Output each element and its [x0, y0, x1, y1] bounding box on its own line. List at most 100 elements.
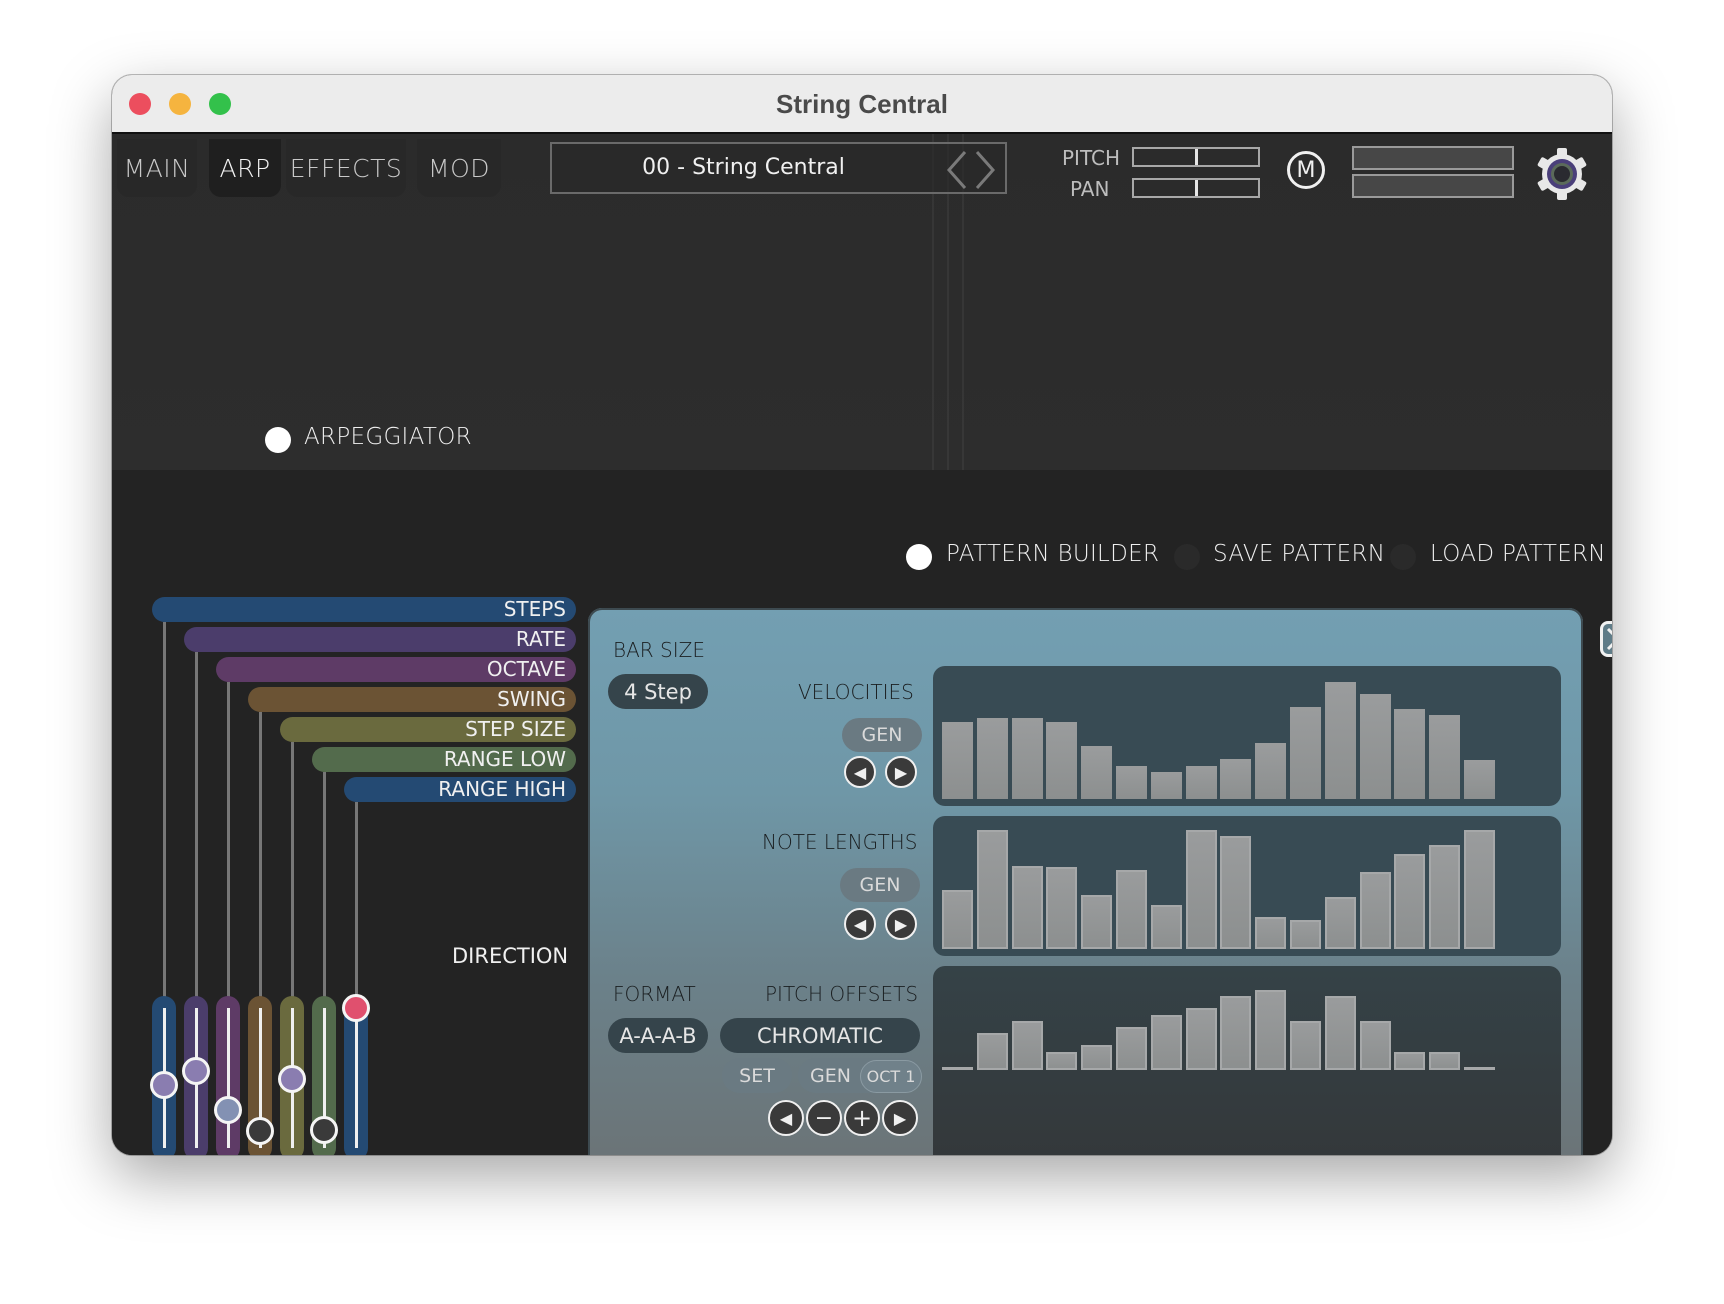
pitch-offsets-bar[interactable] [1185, 1008, 1217, 1070]
pitch-slider-handle[interactable] [1195, 149, 1198, 165]
arpeggiator-toggle[interactable] [265, 427, 291, 453]
pitch-offsets-bar[interactable] [1150, 1014, 1182, 1070]
note-lengths-gen-button[interactable]: GEN [840, 868, 920, 902]
velocities-bar[interactable] [1185, 766, 1217, 799]
scale-select[interactable]: CHROMATIC [720, 1018, 920, 1053]
param-connector-line [291, 742, 294, 1016]
velocities-bar[interactable] [942, 721, 973, 799]
pitch-offsets-bar[interactable] [1220, 996, 1252, 1070]
velocities-bar[interactable] [1429, 714, 1461, 799]
pitch-offsets-bar[interactable] [1255, 990, 1287, 1070]
m-button[interactable]: M [1287, 151, 1325, 189]
velocities-bar[interactable] [1359, 693, 1391, 799]
velocities-bar[interactable] [1046, 721, 1078, 799]
param-slider-knob[interactable] [246, 1117, 274, 1146]
pitch-offsets-bar[interactable] [976, 1033, 1008, 1070]
format-select[interactable]: A-A-A-B [608, 1018, 708, 1053]
note-lengths-bar[interactable] [1255, 916, 1287, 949]
velocities-bar[interactable] [1116, 766, 1147, 799]
pitch-slider[interactable] [1132, 147, 1260, 167]
pitch-offsets-bar[interactable] [1081, 1045, 1113, 1070]
octave-select[interactable]: OCT 1 [860, 1060, 922, 1093]
note-lengths-bar[interactable] [1394, 853, 1426, 949]
velocities-bar[interactable] [1081, 746, 1113, 799]
title-bar: String Central [112, 75, 1612, 134]
tab-effects[interactable]: EFFECTS [286, 139, 406, 197]
note-lengths-bar[interactable] [942, 889, 973, 949]
note-lengths-bar[interactable] [1116, 870, 1147, 949]
velocities-gen-button[interactable]: GEN [842, 718, 922, 752]
pitch-shift-right-button[interactable]: ▶ [882, 1100, 918, 1136]
note-lengths-bar[interactable] [1359, 871, 1391, 949]
tab-label: MAIN [123, 153, 191, 183]
velocities-bar[interactable] [1150, 772, 1182, 799]
velocities-shift-right-button[interactable]: ▶ [885, 756, 917, 788]
note-lengths-bar[interactable] [1290, 920, 1321, 949]
param-slider-knob[interactable] [182, 1057, 210, 1085]
header-area: MAIN ARP EFFECTS MOD 00 - String Central… [112, 134, 1612, 470]
velocities-bar[interactable] [1394, 708, 1426, 799]
load-pattern-radio[interactable] [1390, 544, 1416, 570]
velocities-shift-left-button[interactable]: ◀ [844, 756, 876, 788]
pitch-increase-button[interactable]: + [844, 1100, 880, 1136]
note-lengths-bar[interactable] [976, 830, 1008, 949]
pitch-offsets-bar[interactable] [1116, 1026, 1147, 1070]
velocities-bar[interactable] [1220, 759, 1252, 799]
octave-value: OCT 1 [866, 1067, 916, 1086]
close-panel-button[interactable] [1600, 621, 1612, 657]
pattern-builder-label: PATTERN BUILDER [946, 541, 1160, 567]
tab-arp[interactable]: ARP [209, 139, 281, 197]
note-lengths-bar[interactable] [1429, 845, 1461, 949]
note-lengths-bar[interactable] [1324, 896, 1356, 949]
note-lengths-label: NOTE LENGTHS [762, 830, 918, 854]
velocities-bar[interactable] [1464, 760, 1495, 799]
pitch-offsets-bar[interactable] [1394, 1051, 1426, 1070]
tab-label: ARP [219, 153, 271, 183]
pitch-offsets-bar[interactable] [1011, 1020, 1043, 1070]
pitch-offsets-bar[interactable] [942, 1067, 973, 1070]
tab-main[interactable]: MAIN [117, 139, 197, 197]
pitch-offsets-bar[interactable] [1464, 1067, 1495, 1070]
param-connector-line [323, 772, 326, 1016]
note-lengths-bar[interactable] [1150, 904, 1182, 949]
pitch-shift-left-button[interactable]: ◀ [768, 1100, 804, 1136]
velocities-bar[interactable] [1255, 742, 1287, 799]
save-pattern-radio[interactable] [1174, 544, 1200, 570]
note-lengths-shift-left-button[interactable]: ◀ [844, 908, 876, 940]
pitch-set-button[interactable]: SET [722, 1058, 792, 1093]
velocities-bar[interactable] [1324, 682, 1356, 799]
pitch-offsets-bar[interactable] [1290, 1020, 1321, 1070]
param-slider-knob[interactable] [342, 994, 370, 1022]
velocities-bar[interactable] [976, 718, 1008, 799]
param-slider-knob[interactable] [214, 1096, 242, 1125]
note-lengths-bar[interactable] [1220, 835, 1252, 949]
pitch-offsets-bar[interactable] [1046, 1051, 1078, 1070]
param-slider-knob[interactable] [150, 1071, 178, 1099]
bar-size-select[interactable]: 4 Step [608, 674, 708, 709]
pattern-builder-radio[interactable] [906, 544, 932, 570]
param-slider-knob[interactable] [310, 1115, 338, 1144]
velocities-chart[interactable] [933, 666, 1561, 806]
preset-nav-icon[interactable] [943, 148, 999, 201]
note-lengths-bar[interactable] [1464, 830, 1495, 949]
pitch-offsets-bar[interactable] [1429, 1051, 1461, 1070]
settings-gear-icon[interactable] [1534, 146, 1590, 202]
pitch-decrease-button[interactable]: − [806, 1100, 842, 1136]
pitch-offsets-bar[interactable] [1324, 996, 1356, 1070]
note-lengths-bar[interactable] [1081, 895, 1113, 949]
pitch-offsets-chart[interactable] [933, 966, 1561, 1155]
m-button-label: M [1296, 157, 1316, 183]
velocities-bar[interactable] [1290, 706, 1321, 799]
load-pattern-label: LOAD PATTERN [1430, 541, 1606, 567]
note-lengths-chart[interactable] [933, 816, 1561, 956]
pan-slider[interactable] [1132, 178, 1260, 198]
note-lengths-shift-right-button[interactable]: ▶ [885, 908, 917, 940]
pitch-offsets-bar[interactable] [1359, 1020, 1391, 1070]
note-lengths-bar[interactable] [1185, 830, 1217, 949]
note-lengths-bar[interactable] [1046, 866, 1078, 949]
velocities-bar[interactable] [1011, 718, 1043, 799]
tab-mod[interactable]: MOD [417, 139, 501, 197]
note-lengths-bar[interactable] [1011, 865, 1043, 949]
pan-slider-handle[interactable] [1195, 180, 1198, 196]
preset-selector[interactable]: 00 - String Central [550, 142, 1007, 194]
